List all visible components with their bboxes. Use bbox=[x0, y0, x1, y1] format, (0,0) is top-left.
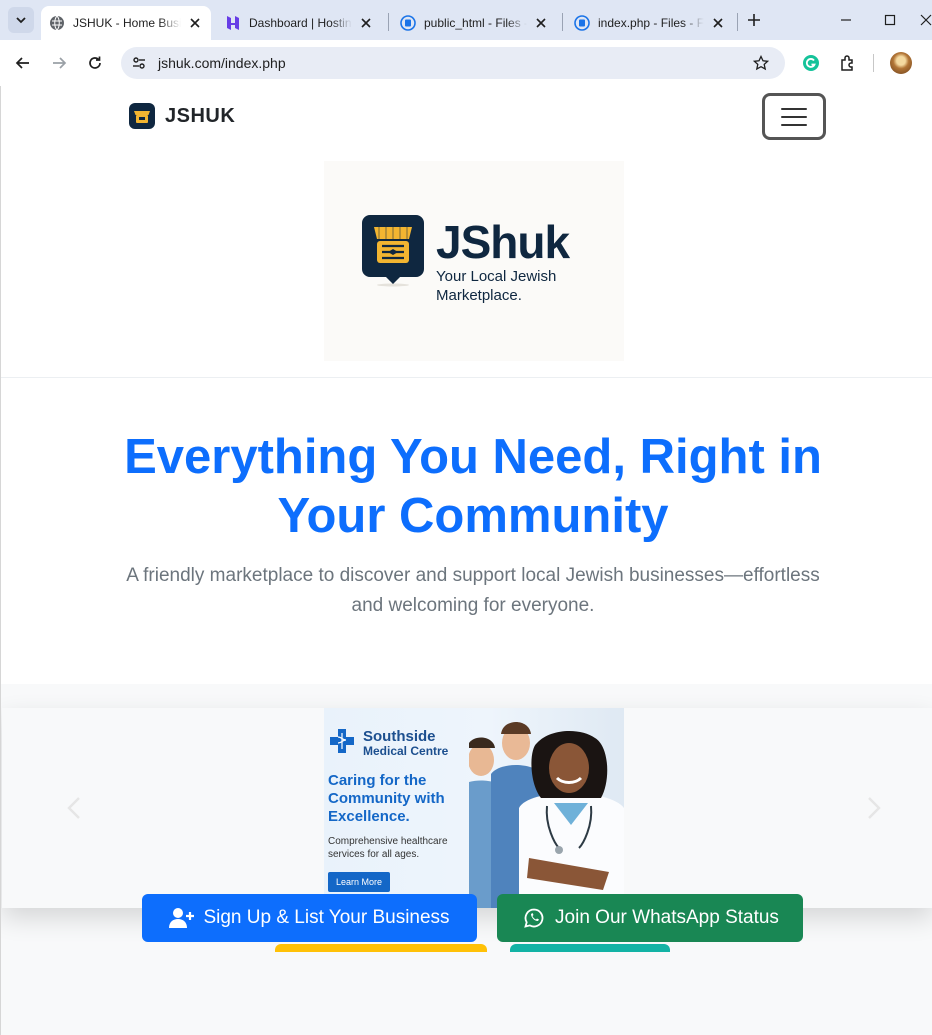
extensions-puzzle-icon[interactable] bbox=[837, 52, 859, 74]
tab-title: JSHUK - Home Business bbox=[73, 16, 181, 30]
carousel-prev-button[interactable] bbox=[62, 796, 86, 820]
tab-title: public_html - Files - bbox=[424, 16, 527, 30]
logo-wordmark: JShuk bbox=[436, 216, 570, 268]
close-tab-icon[interactable] bbox=[710, 15, 726, 31]
ad-brand-line2: Medical Centre bbox=[363, 744, 449, 758]
reload-icon bbox=[89, 56, 101, 69]
logo-tagline: Your Local Jewish Marketplace. bbox=[436, 268, 557, 304]
new-tab-button[interactable] bbox=[744, 10, 764, 30]
minimize-icon bbox=[841, 19, 851, 21]
site-info-icon[interactable] bbox=[129, 53, 149, 73]
close-icon bbox=[920, 14, 932, 26]
ad-brand-line1: Southside bbox=[363, 728, 436, 745]
tab-divider bbox=[562, 13, 563, 31]
doctors-illustration bbox=[469, 722, 624, 908]
forward-button[interactable] bbox=[47, 51, 71, 75]
close-tab-icon[interactable] bbox=[358, 15, 374, 31]
browser-toolbar: jshuk.com/index.php bbox=[0, 40, 932, 86]
signup-list-business-button[interactable]: Sign Up & List Your Business bbox=[142, 894, 477, 942]
back-button[interactable] bbox=[11, 51, 35, 75]
jshuk-brand-icon[interactable] bbox=[128, 102, 156, 130]
hamburger-icon-bar bbox=[781, 107, 807, 110]
tab-hosting-dashboard[interactable]: Dashboard | Hosting bbox=[217, 6, 382, 40]
maximize-window-button[interactable] bbox=[880, 10, 900, 30]
bookmark-star-icon[interactable] bbox=[751, 53, 771, 73]
featured-section: Southside Medical Centre Caring for the … bbox=[1, 684, 932, 1035]
chevron-down-icon bbox=[16, 17, 26, 24]
tab-title: index.php - Files - F bbox=[598, 16, 704, 30]
plus-icon bbox=[748, 14, 760, 26]
carousel-ad-banner[interactable]: Southside Medical Centre Caring for the … bbox=[324, 708, 624, 908]
browser-tab-strip: JSHUK - Home Business Dashboard | Hostin… bbox=[0, 0, 932, 40]
tab-title: Dashboard | Hosting bbox=[249, 16, 352, 30]
signup-button-label: Sign Up & List Your Business bbox=[203, 907, 450, 928]
ad-body-text: Comprehensive healthcare services for al… bbox=[328, 836, 448, 860]
hero-subtitle: A friendly marketplace to discover and s… bbox=[126, 565, 820, 616]
logo-section: JShuk Your Local Jewish Marketplace. bbox=[1, 146, 932, 378]
tab-search-button[interactable] bbox=[8, 7, 34, 33]
toolbar-divider bbox=[873, 54, 874, 72]
chevron-left-icon bbox=[67, 797, 80, 819]
minimize-window-button[interactable] bbox=[836, 10, 856, 30]
jshuk-logo-image: JShuk Your Local Jewish Marketplace. bbox=[324, 161, 624, 361]
tab-divider bbox=[737, 13, 738, 31]
join-whatsapp-button[interactable]: Join Our WhatsApp Status bbox=[497, 894, 803, 942]
web-page: JSHUK JShuk Your Local Jewish Marketplac… bbox=[0, 86, 932, 1035]
whatsapp-button-label: Join Our WhatsApp Status bbox=[555, 907, 779, 928]
whatsapp-icon bbox=[521, 907, 547, 929]
user-plus-icon bbox=[169, 907, 195, 929]
close-tab-icon[interactable] bbox=[187, 15, 203, 31]
url-text[interactable]: jshuk.com/index.php bbox=[158, 55, 286, 71]
arrow-left-icon bbox=[15, 57, 29, 69]
brand-name[interactable]: JSHUK bbox=[165, 105, 235, 128]
hero-section: Everything You Need, Right in Your Commu… bbox=[1, 378, 932, 684]
hero-title: Everything You Need, Right in Your Commu… bbox=[124, 430, 822, 543]
tab-divider bbox=[388, 13, 389, 31]
chevron-right-icon bbox=[868, 797, 881, 819]
menu-toggle-button[interactable] bbox=[762, 93, 826, 140]
hidden-button-peek[interactable] bbox=[275, 944, 487, 952]
carousel-next-button[interactable] bbox=[862, 796, 886, 820]
hidden-button-peek[interactable] bbox=[510, 944, 670, 952]
globe-icon bbox=[49, 15, 65, 31]
hamburger-icon-bar bbox=[781, 115, 807, 118]
address-bar[interactable]: jshuk.com/index.php bbox=[121, 47, 785, 79]
reload-button[interactable] bbox=[83, 51, 107, 75]
ad-headline: Caring for the Community with Excellence… bbox=[328, 772, 445, 825]
site-navbar: JSHUK bbox=[1, 86, 932, 146]
maximize-icon bbox=[884, 14, 896, 26]
arrow-right-icon bbox=[53, 57, 67, 69]
file-manager-icon bbox=[400, 15, 416, 31]
file-manager-icon bbox=[574, 15, 590, 31]
hamburger-icon-bar bbox=[781, 123, 807, 126]
ad-learn-more-button[interactable]: Learn More bbox=[328, 872, 391, 892]
hostinger-icon bbox=[225, 15, 241, 31]
shop-basket-icon bbox=[362, 215, 424, 287]
tab-index-php-files[interactable]: index.php - Files - F bbox=[566, 6, 734, 40]
grammarly-extension-icon[interactable] bbox=[800, 52, 822, 74]
ad-carousel: Southside Medical Centre Caring for the … bbox=[2, 708, 932, 908]
profile-avatar[interactable] bbox=[890, 52, 912, 74]
tab-public-html-files[interactable]: public_html - Files - bbox=[392, 6, 557, 40]
tab-jshuk-home[interactable]: JSHUK - Home Business bbox=[41, 6, 211, 40]
close-window-button[interactable] bbox=[920, 10, 932, 30]
close-tab-icon[interactable] bbox=[533, 15, 549, 31]
medical-cross-icon bbox=[330, 729, 354, 753]
